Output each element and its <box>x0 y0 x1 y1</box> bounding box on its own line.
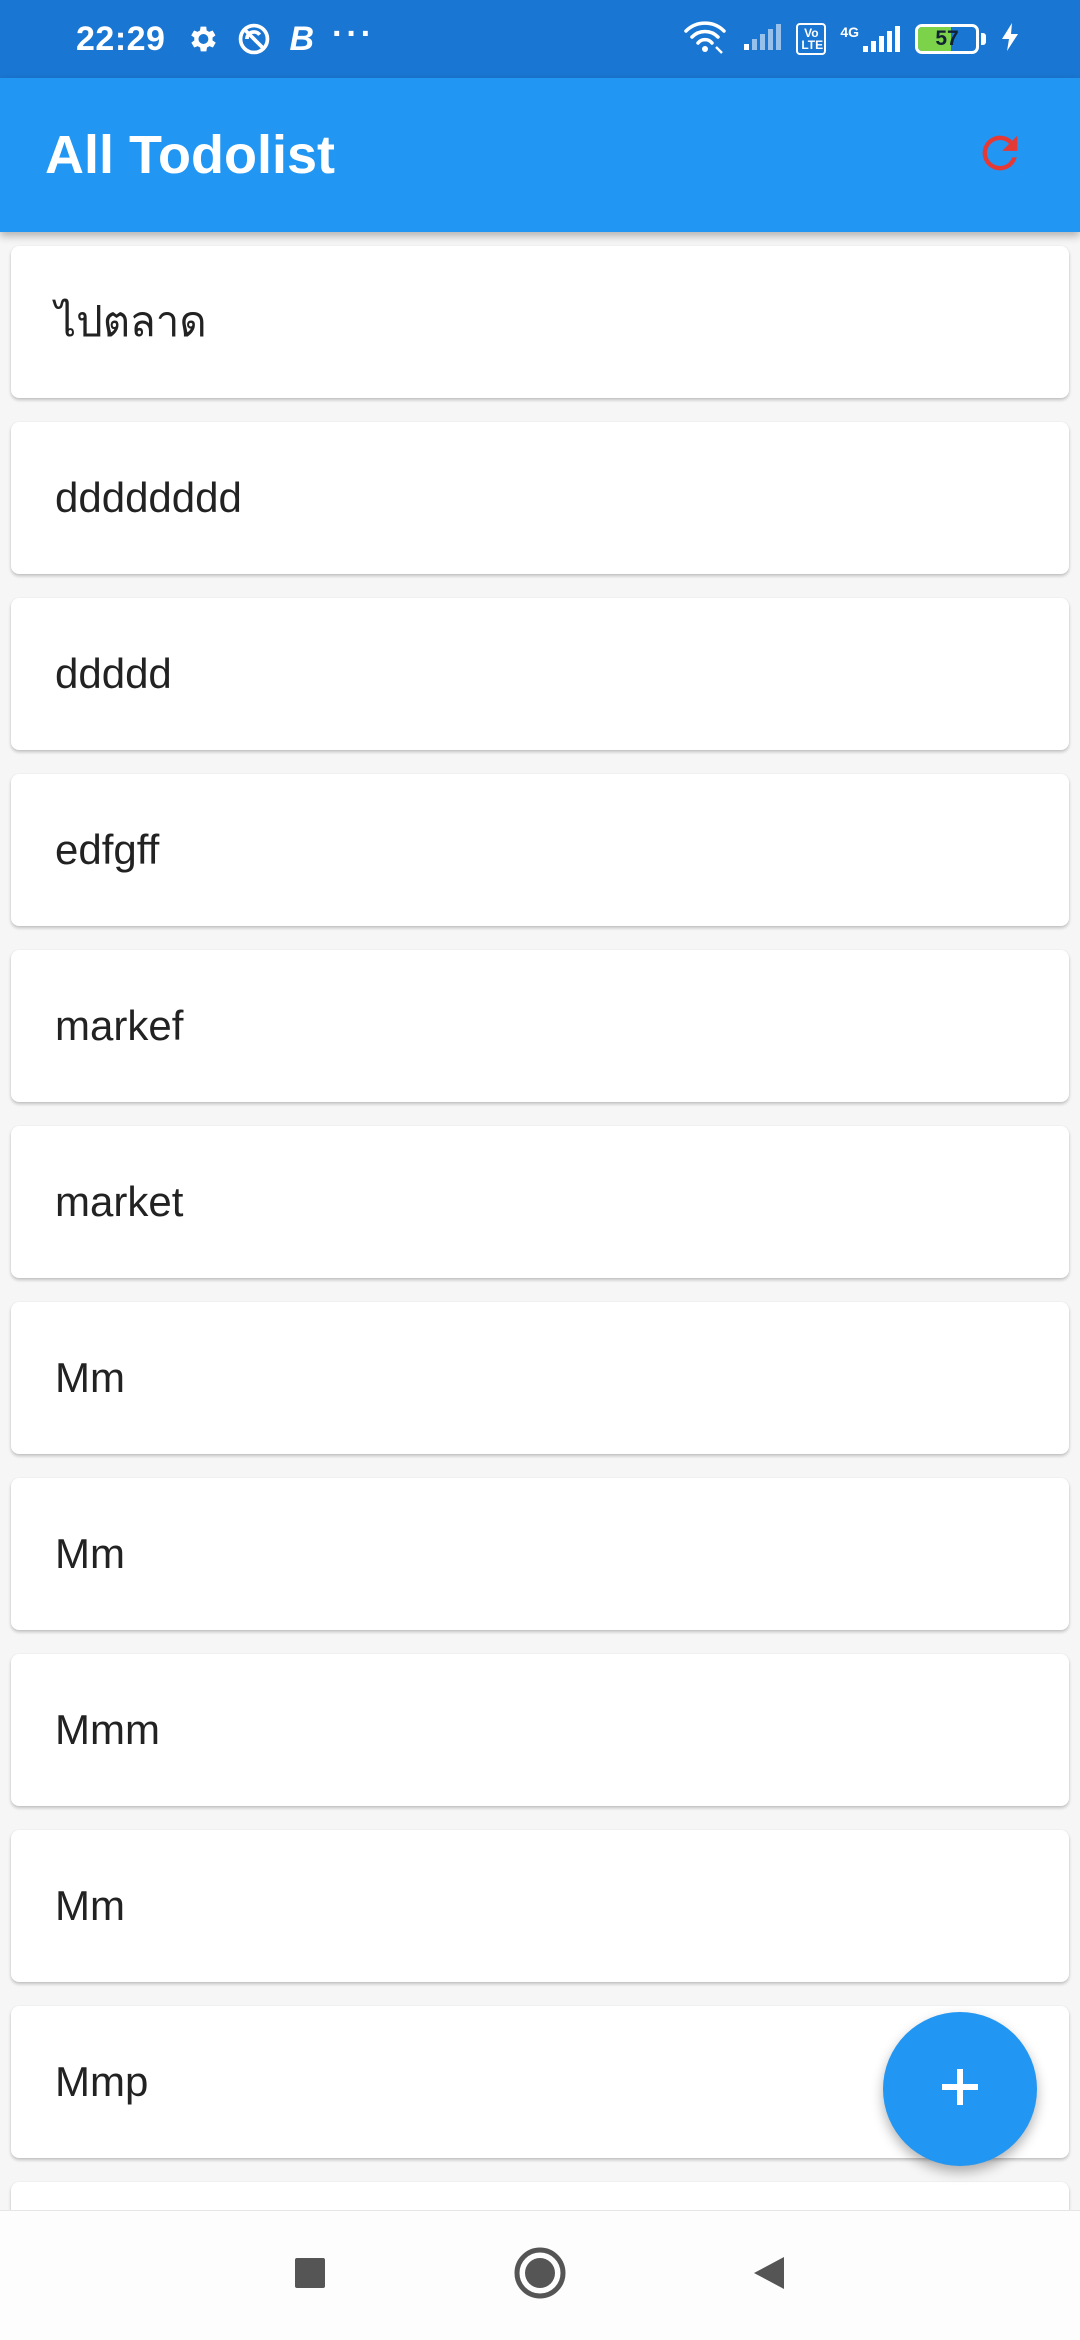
home-icon <box>513 2246 567 2305</box>
todo-item-label: ddddd <box>55 650 172 697</box>
status-left-icons: B ··· <box>185 15 375 59</box>
b-icon: B <box>289 19 315 58</box>
todo-item-label: Mm <box>55 1354 125 1401</box>
refresh-button[interactable] <box>960 115 1040 195</box>
signal-sim1-icon <box>742 22 782 57</box>
todo-item[interactable]: Mmm <box>11 1654 1069 1806</box>
todo-item-label: market <box>55 1178 184 1225</box>
todo-item-label: edfgff <box>55 826 160 873</box>
charging-icon <box>1000 22 1020 57</box>
status-time: 22:29 <box>76 19 166 58</box>
system-nav-bar <box>0 2210 1080 2340</box>
page-title: All Todolist <box>45 125 335 185</box>
network-type-label: 4G <box>840 24 859 40</box>
refresh-icon <box>974 127 1026 184</box>
todo-item-label: Mm <box>55 1530 125 1577</box>
status-bar: 22:29 B ··· Vo LTE 4G 57 <box>0 0 1080 78</box>
gear-icon <box>185 22 219 56</box>
recents-icon <box>293 2256 327 2295</box>
todo-item-label: Mm <box>55 1882 125 1929</box>
app-screen: 22:29 B ··· Vo LTE 4G 57 All Todolist ไป… <box>0 0 1080 2340</box>
todo-item[interactable]: markef <box>11 950 1069 1102</box>
battery-level: 57 <box>935 27 959 50</box>
wifi-icon <box>682 19 728 60</box>
todo-item-label: Mmp <box>55 2058 149 2105</box>
todo-item[interactable]: ddddd <box>11 598 1069 750</box>
plus-icon <box>936 2063 984 2116</box>
back-button[interactable] <box>730 2236 810 2316</box>
home-button[interactable] <box>500 2236 580 2316</box>
more-icon: ··· <box>332 14 375 53</box>
todo-item-label: markef <box>55 1002 184 1049</box>
todo-item[interactable]: edfgff <box>11 774 1069 926</box>
todo-item-label: ไปตลาด <box>55 298 207 345</box>
todo-item[interactable]: dddddddd <box>11 422 1069 574</box>
todo-item[interactable]: Mm <box>11 1830 1069 1982</box>
todo-item-label: Mmm <box>55 1706 160 1753</box>
back-icon <box>750 2253 790 2298</box>
todo-item[interactable]: Mm <box>11 1302 1069 1454</box>
signal-sim2-icon: 4G <box>840 24 901 54</box>
todo-item[interactable]: market <box>11 1126 1069 1278</box>
todo-item[interactable]: Mm <box>11 1478 1069 1630</box>
todo-item-label: dddddddd <box>55 474 242 521</box>
status-right-icons: Vo LTE 4G 57 <box>682 0 1020 78</box>
battery-tip <box>981 33 986 45</box>
recents-button[interactable] <box>270 2236 350 2316</box>
app-bar: All Todolist <box>0 78 1080 232</box>
todo-list: ไปตลาด dddddddd ddddd edfgff markef market Mm M… <box>11 246 1069 2340</box>
add-todo-button[interactable] <box>883 2012 1037 2166</box>
battery-icon: 57 <box>915 24 979 54</box>
do-not-disturb-icon <box>237 22 271 56</box>
todo-item[interactable]: ไปตลาด <box>11 246 1069 398</box>
volte-icon: Vo LTE <box>796 23 827 55</box>
